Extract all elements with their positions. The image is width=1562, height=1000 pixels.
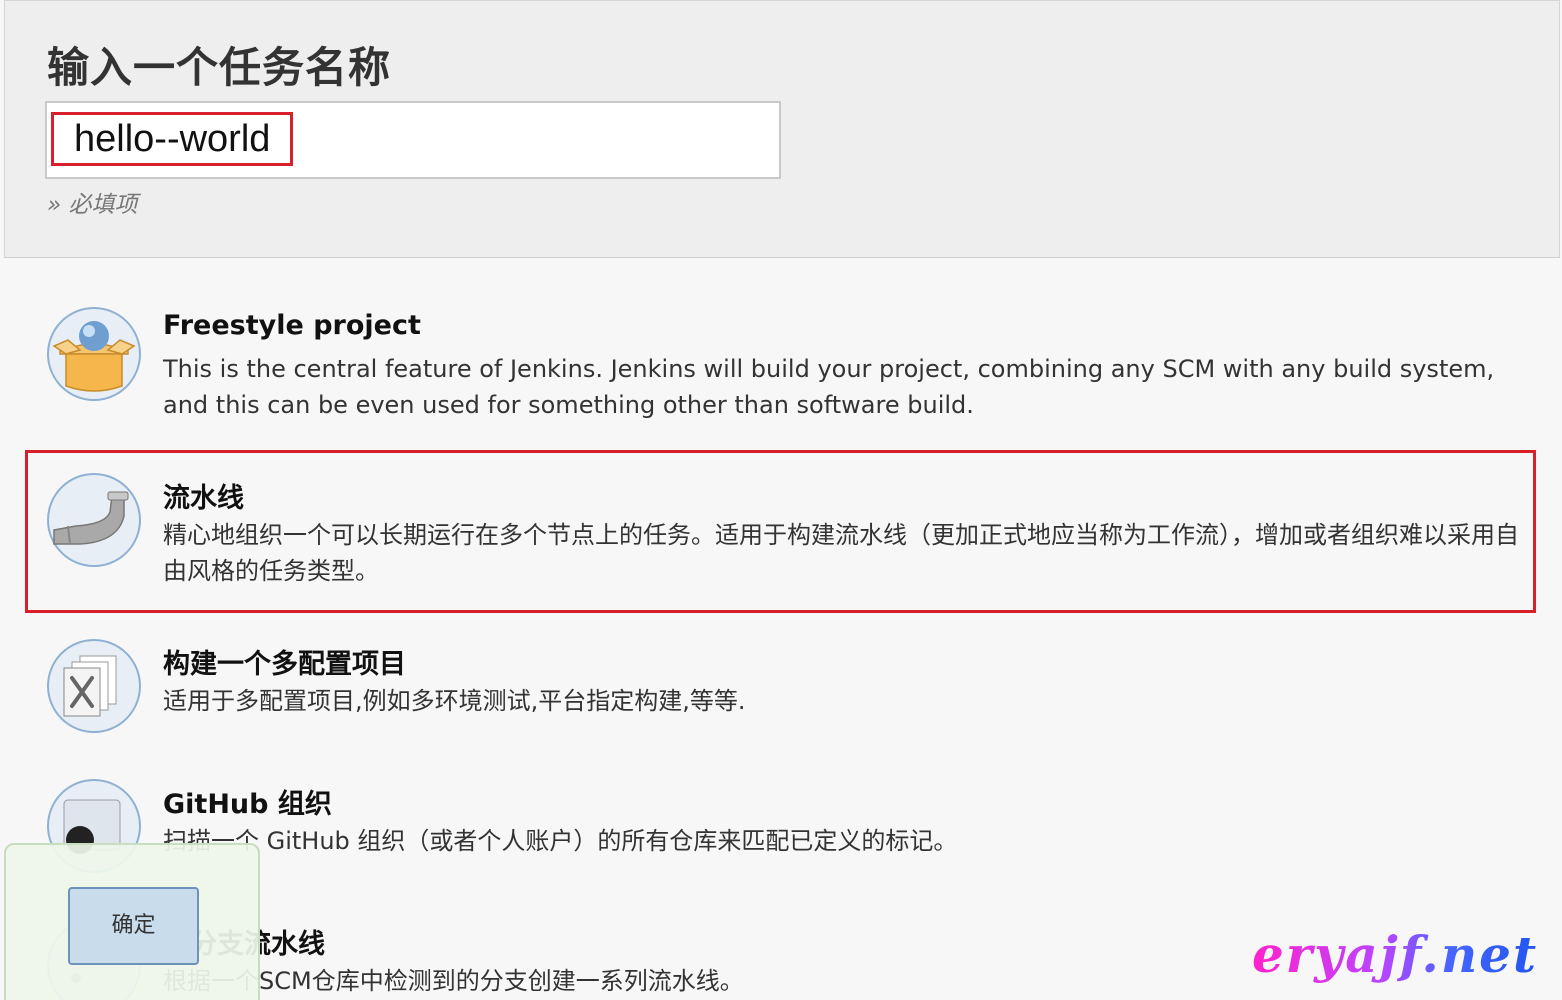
item-name-input[interactable]: hello--world (45, 101, 781, 179)
item-description: This is the central feature of Jenkins. … (163, 355, 1495, 419)
item-title: Freestyle project (163, 310, 421, 341)
page-title: 输入一个任务名称 (47, 43, 392, 92)
pipeline-highlight-box (25, 450, 1536, 613)
item-description: 扫描一个 GitHub 组织（或者个人账户）的所有仓库来匹配已定义的标记。 (163, 827, 958, 855)
watermark-text: eryajf.net (1252, 925, 1539, 984)
freestyle-project-icon (46, 306, 142, 402)
item-title: GitHub 组织 (163, 789, 332, 820)
item-name-value: hello--world (51, 112, 294, 166)
multi-config-project-icon (46, 638, 142, 734)
item-title: 构建一个多配置项目 (163, 649, 406, 680)
required-hint: » 必填项 (47, 192, 138, 218)
item-description: 适用于多配置项目,例如多环境测试,平台指定构建,等等. (163, 687, 746, 715)
item-name-section: 输入一个任务名称 hello--world » 必填项 (4, 0, 1560, 258)
ok-button[interactable]: 确定 (68, 887, 199, 965)
bottom-button-panel: 确定 (4, 843, 260, 1000)
